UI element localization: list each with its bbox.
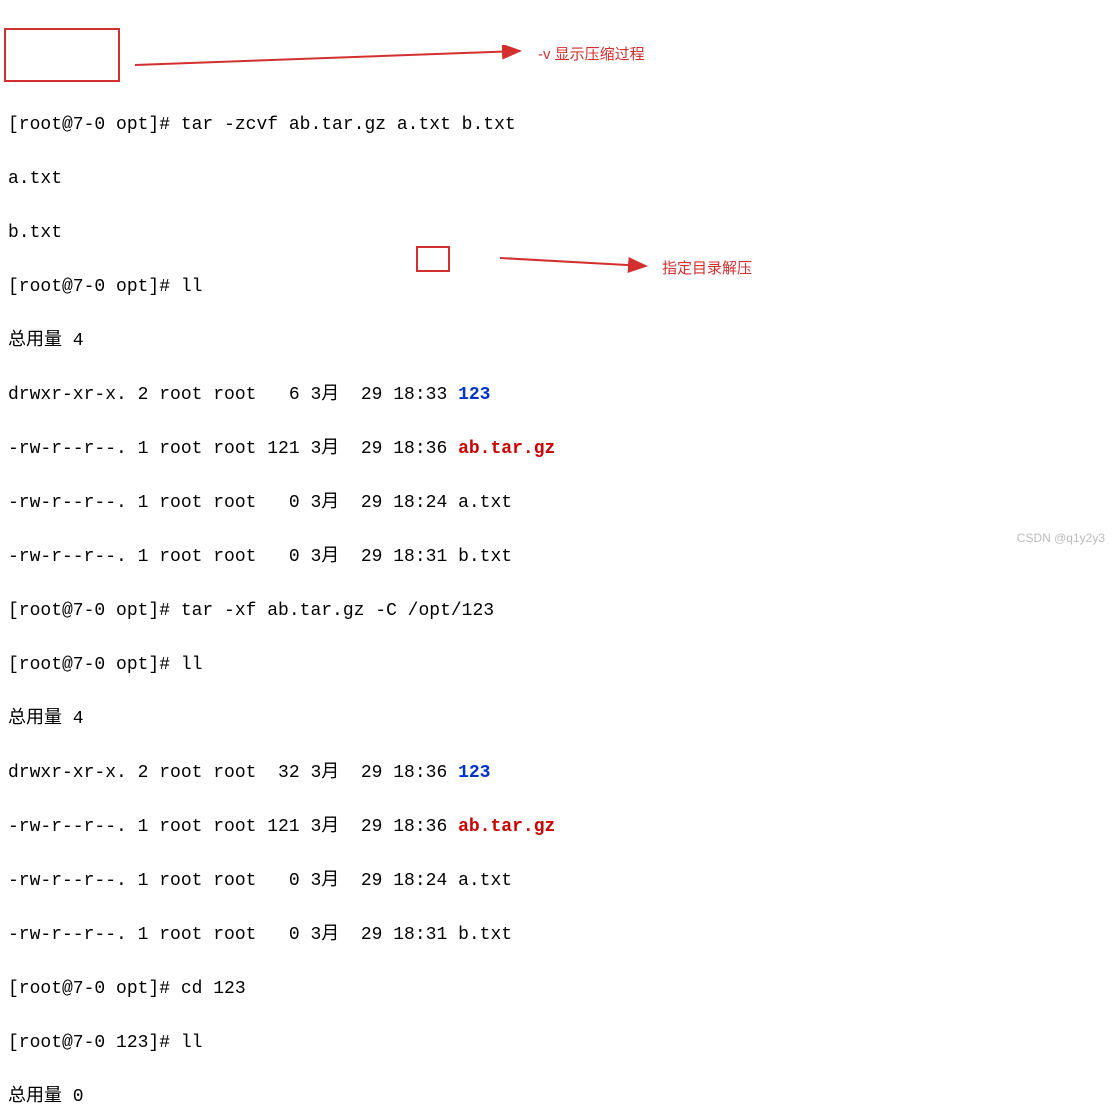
terminal-output: -rw-r--r--. 1 root root 0 3月 29 18:31 b.… [8,544,1107,571]
terminal-output: a.txt [8,166,1107,193]
command: ll [181,1033,203,1053]
ls-entry: drwxr-xr-x. 2 root root 6 3月 29 18:33 [8,385,458,405]
annotation-extract-dir: 指定目录解压 [662,258,752,281]
arrow-icon [498,250,653,275]
terminal-output: 总用量 4 [8,328,1107,355]
prompt: [root@7-0 opt]# [8,979,181,999]
archive-name: ab.tar.gz [458,817,555,837]
command-flag-c: -C [375,601,397,621]
terminal-line: [root@7-0 opt]# tar -zcvf ab.tar.gz a.tx… [8,112,1107,139]
command: ll [181,277,203,297]
terminal-output: 总用量 4 [8,706,1107,733]
command: cd 123 [181,979,246,999]
prompt: [root@7-0 opt]# [8,655,181,675]
terminal-line: [root@7-0 123]# ll [8,1030,1107,1057]
ls-entry: drwxr-xr-x. 2 root root 32 3月 29 18:36 [8,763,458,783]
terminal-output: -rw-r--r--. 1 root root 0 3月 29 18:31 b.… [8,922,1107,949]
terminal-line: [root@7-0 opt]# ll [8,652,1107,679]
command-part: /opt/123 [397,601,494,621]
prompt: [root@7-0 opt]# [8,115,181,135]
prompt: [root@7-0 opt]# [8,601,181,621]
terminal-output: drwxr-xr-x. 2 root root 6 3月 29 18:33 12… [8,382,1107,409]
archive-name: ab.tar.gz [458,439,555,459]
prompt: [root@7-0 123]# [8,1033,181,1053]
terminal-output: -rw-r--r--. 1 root root 121 3月 29 18:36 … [8,436,1107,463]
ls-entry: -rw-r--r--. 1 root root 121 3月 29 18:36 [8,439,458,459]
terminal-output: drwxr-xr-x. 2 root root 32 3月 29 18:36 1… [8,760,1107,787]
terminal-line: [root@7-0 opt]# ll [8,274,1107,301]
terminal-output: -rw-r--r--. 1 root root 121 3月 29 18:36 … [8,814,1107,841]
command: tar -zcvf ab.tar.gz a.txt b.txt [181,115,516,135]
command-part: tar -xf ab.tar.gz [181,601,375,621]
terminal-output: 总用量 0 [8,1084,1107,1106]
directory-name: 123 [458,763,490,783]
prompt: [root@7-0 opt]# [8,277,181,297]
annotation-verbose: -v 显示压缩过程 [538,44,645,67]
arrow-icon [130,45,530,75]
terminal-output: -rw-r--r--. 1 root root 0 3月 29 18:24 a.… [8,490,1107,517]
watermark: CSDN @q1y2y3 [1017,529,1105,547]
highlight-box-c-flag [416,246,450,272]
ls-entry: -rw-r--r--. 1 root root 121 3月 29 18:36 [8,817,458,837]
terminal-line: [root@7-0 opt]# cd 123 [8,976,1107,1003]
directory-name: 123 [458,385,490,405]
terminal-output: b.txt [8,220,1107,247]
terminal-output: -rw-r--r--. 1 root root 0 3月 29 18:24 a.… [8,868,1107,895]
command: ll [181,655,203,675]
highlight-box-verbose-output [4,28,120,82]
terminal-line: [root@7-0 opt]# tar -xf ab.tar.gz -C /op… [8,598,1107,625]
